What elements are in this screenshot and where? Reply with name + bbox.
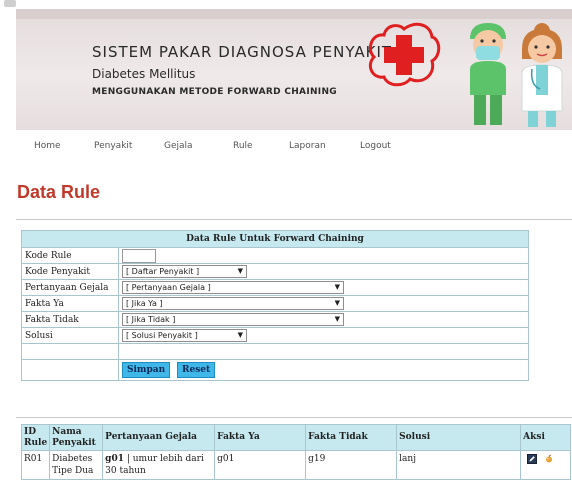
delete-icon[interactable] — [544, 453, 554, 464]
edit-icon[interactable] — [527, 453, 538, 464]
kode-rule-input[interactable] — [122, 248, 156, 263]
rule-form: Data Rule Untuk Forward Chaining Kode Ru… — [21, 230, 529, 381]
app-subtitle: Diabetes Mellitus — [92, 67, 196, 81]
cell-fakta-tidak: g19 — [305, 450, 398, 480]
surgeon-illustration — [470, 23, 506, 125]
rule-table: ID Rule Nama Penyakit Pertanyaan Gejala … — [20, 424, 571, 480]
nav-logout[interactable]: Logout — [360, 141, 391, 151]
pertanyaan-gejala-select[interactable]: [ Pertanyaan Gejala ] ▼ — [122, 281, 344, 294]
empty-cell — [118, 343, 529, 360]
dropdown-arrow-icon: ▼ — [237, 331, 243, 339]
table-row: R01 Diabetes Tipe Dua g01 | umur lebih d… — [20, 450, 571, 480]
dropdown-arrow-icon: ▼ — [334, 315, 340, 323]
nav-gejala[interactable]: Gejala — [164, 141, 193, 151]
label-solusi: Solusi — [21, 327, 119, 344]
nav-penyakit[interactable]: Penyakit — [94, 141, 132, 151]
reset-button[interactable]: Reset — [176, 362, 216, 378]
cell-solusi: lanj — [396, 450, 522, 480]
label-fakta-tidak: Fakta Tidak — [21, 311, 119, 328]
empty-cell — [21, 343, 119, 360]
empty-cell — [21, 359, 119, 381]
fakta-ya-select[interactable]: [ Jika Ya ] ▼ — [122, 297, 344, 310]
fakta-tidak-select-value: [ Jika Tidak ] — [126, 315, 176, 324]
label-pertanyaan-gejala: Pertanyaan Gejala — [21, 279, 119, 296]
cell-kode-gejala: g01 — [105, 454, 124, 464]
col-solusi: Solusi — [396, 424, 522, 451]
solusi-select-value: [ Solusi Penyakit ] — [126, 331, 198, 340]
page-title: Data Rule — [17, 182, 101, 202]
col-aksi: Aksi — [520, 424, 571, 451]
fakta-tidak-select[interactable]: [ Jika Tidak ] ▼ — [122, 313, 344, 326]
col-pertanyaan: Pertanyaan Gejala — [102, 424, 216, 451]
col-id: ID Rule — [20, 424, 51, 451]
banner-top-bar — [16, 9, 572, 19]
nav-home[interactable]: Home — [34, 141, 61, 151]
kode-penyakit-select-value: [ Daftar Penyakit ] — [126, 267, 200, 276]
red-cross-logo — [368, 22, 441, 87]
cell-fakta-ya: g01 — [214, 450, 307, 480]
dropdown-arrow-icon: ▼ — [237, 267, 243, 275]
cell-pertanyaan: g01 | umur lebih dari 30 tahun — [102, 450, 216, 480]
col-nama: Nama Penyakit — [49, 424, 104, 451]
nav-rule[interactable]: Rule — [233, 141, 253, 151]
dropdown-arrow-icon: ▼ — [334, 299, 340, 307]
main-nav: Home Penyakit Gejala Rule Laporan Logout — [16, 131, 572, 165]
app-title: SISTEM PAKAR DIAGNOSA PENYAKIT — [92, 43, 393, 61]
solusi-select[interactable]: [ Solusi Penyakit ] ▼ — [122, 329, 247, 342]
top-strip — [0, 0, 572, 9]
label-kode-rule: Kode Rule — [21, 247, 119, 264]
cell-id: R01 — [20, 450, 51, 480]
label-kode-penyakit: Kode Penyakit — [21, 263, 119, 280]
cell-nama: Diabetes Tipe Dua — [49, 450, 104, 480]
nav-laporan[interactable]: Laporan — [289, 141, 326, 151]
label-fakta-ya: Fakta Ya — [21, 295, 119, 312]
pertanyaan-gejala-select-value: [ Pertanyaan Gejala ] — [126, 283, 211, 292]
col-fakta-tidak: Fakta Tidak — [305, 424, 398, 451]
dropdown-arrow-icon: ▼ — [334, 283, 340, 291]
cell-aksi — [520, 450, 571, 480]
page-icon — [4, 0, 16, 7]
save-button[interactable]: Simpan — [122, 362, 171, 378]
doctor-illustration — [521, 23, 563, 127]
col-fakta-ya: Fakta Ya — [214, 424, 307, 451]
kode-penyakit-select[interactable]: [ Daftar Penyakit ] ▼ — [122, 265, 247, 278]
form-heading: Data Rule Untuk Forward Chaining — [21, 230, 529, 248]
app-method: MENGGUNAKAN METODE FORWARD CHAINING — [92, 87, 337, 97]
divider — [16, 219, 572, 220]
divider — [16, 417, 572, 418]
fakta-ya-select-value: [ Jika Ya ] — [126, 299, 163, 308]
header-banner: SISTEM PAKAR DIAGNOSA PENYAKIT Diabetes … — [16, 9, 572, 130]
